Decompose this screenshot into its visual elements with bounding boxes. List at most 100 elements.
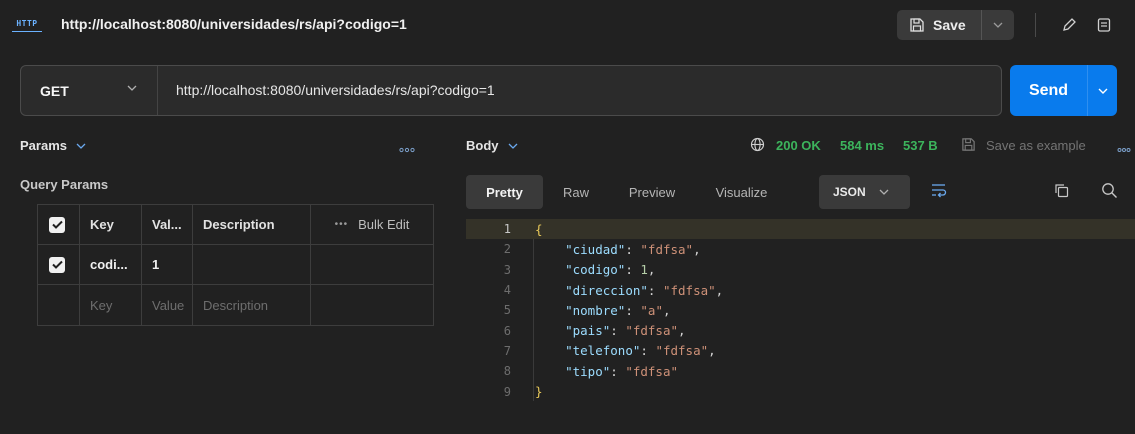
save-as-example-button[interactable]: Save as example [986,138,1086,153]
chevron-down-icon [76,143,86,149]
json-value: "fdfsa" [640,241,694,257]
line-number: 2 [503,242,511,257]
query-params-table: Key Val... Description ••• Bulk Edit cod… [37,204,434,326]
search-button[interactable] [1101,182,1118,202]
send-button-group: Send [1010,65,1117,116]
code-line: 4 "direccion": "fdfsa", [466,280,1135,300]
code-text: { [535,221,543,237]
query-params-title: Query Params [20,177,109,192]
method-selector[interactable]: GET [21,66,158,115]
checkmark-icon [51,260,63,269]
params-tab-label: Params [20,138,67,153]
code-text: "codigo": 1, [565,262,656,278]
row-checkbox-cell[interactable] [38,245,80,284]
network-info-button[interactable] [750,137,765,155]
table-row-empty: Key Value Description [38,285,433,325]
copy-icon [1055,184,1069,198]
line-number: 6 [503,323,511,338]
save-example-icon [961,137,976,155]
save-button[interactable]: Save [897,10,982,40]
empty-actions-cell [311,285,433,325]
select-all-checkbox[interactable] [49,216,65,233]
code-text: "pais": "fdfsa", [565,323,686,339]
tab-visualize[interactable]: Visualize [695,175,788,209]
response-time[interactable]: 584 ms [840,138,884,153]
select-all-checkbox-cell[interactable] [38,205,80,244]
json-value: "a" [640,302,663,318]
code-line: 1 { [466,219,1135,240]
copy-button[interactable] [1054,183,1069,201]
code-line: 9 } [466,381,1135,401]
globe-icon [750,137,765,152]
code-text: } [535,384,543,400]
document-icon [1097,18,1111,32]
more-horizontal-icon: ••• [334,219,349,230]
param-value-cell[interactable]: 1 [142,245,193,284]
chevron-down-icon [127,85,137,91]
wrap-lines-icon [932,184,947,198]
status-code[interactable]: 200 OK [776,138,821,153]
search-icon [1102,183,1117,198]
json-value: 1 [640,262,648,278]
params-more-button[interactable] [399,141,415,156]
code-line: 3 "codigo": 1, [466,260,1135,280]
param-key-cell[interactable]: codi... [80,245,142,284]
response-more-button[interactable] [1117,141,1131,156]
tab-raw[interactable]: Raw [543,175,609,209]
json-key: "nombre" [565,302,626,318]
toolbar-divider [1035,13,1036,37]
code-text: "direccion": "fdfsa", [565,282,724,298]
code-text: "telefono": "fdfsa", [565,343,716,359]
json-key: "direccion" [565,282,648,298]
response-size[interactable]: 537 B [903,138,938,153]
wrap-lines-button[interactable] [930,182,947,201]
documentation-button[interactable] [1093,14,1115,36]
line-number: 1 [503,222,511,237]
code-line: 6 "pais": "fdfsa", [466,320,1135,340]
new-value-input[interactable]: Value [142,285,193,325]
line-number: 9 [503,384,511,399]
tab-pretty[interactable]: Pretty [466,175,543,209]
column-header-description: Description [193,205,311,244]
code-text: "nombre": "a", [565,302,671,318]
request-title[interactable]: http://localhost:8080/universidades/rs/a… [61,16,407,32]
code-text: "tipo": "fdfsa" [565,363,679,379]
code-line: 5 "nombre": "a", [466,300,1135,320]
json-value: "fdfsa" [655,343,709,359]
save-button-group: Save [897,10,1014,40]
tab-preview[interactable]: Preview [609,175,695,209]
format-select[interactable]: JSON [819,175,910,209]
column-header-value: Val... [142,205,193,244]
http-request-icon: HTTP [12,16,42,32]
save-options-button[interactable] [982,10,1014,40]
chevron-down-icon [508,143,517,149]
url-input[interactable]: http://localhost:8080/universidades/rs/a… [176,82,495,98]
send-button[interactable]: Send [1010,65,1088,116]
code-line: 2 "ciudad": "fdfsa", [466,239,1135,259]
json-value: "fdfsa" [625,363,679,379]
edit-button[interactable] [1058,14,1080,36]
new-key-input[interactable]: Key [80,285,142,325]
more-horizontal-icon [399,147,415,153]
more-horizontal-icon [1117,148,1131,152]
line-number: 7 [503,343,511,358]
new-description-input[interactable]: Description [193,285,311,325]
json-key: "tipo" [565,363,611,379]
line-number: 4 [503,283,511,298]
body-tab[interactable]: Body [466,138,518,153]
response-body-editor[interactable]: 1 { 2 "ciudad": "fdfsa", 3 "codigo": 1, … [466,219,1135,402]
url-bar: GET http://localhost:8080/universidades/… [20,65,1002,116]
params-tab[interactable]: Params [20,138,86,153]
param-description-cell[interactable] [193,245,311,284]
bulk-edit-button[interactable]: ••• Bulk Edit [311,205,433,244]
row-checkbox[interactable] [49,256,65,273]
title-bar: HTTP http://localhost:8080/universidades… [0,0,1135,50]
json-value: "fdfsa" [625,323,679,339]
code-line: 8 "tipo": "fdfsa" [466,361,1135,381]
send-options-button[interactable] [1088,65,1117,116]
save-label: Save [933,17,966,33]
body-tab-label: Body [466,138,499,153]
param-actions-cell [311,245,433,284]
json-key: "ciudad" [565,241,626,257]
bulk-edit-label: Bulk Edit [358,217,410,232]
